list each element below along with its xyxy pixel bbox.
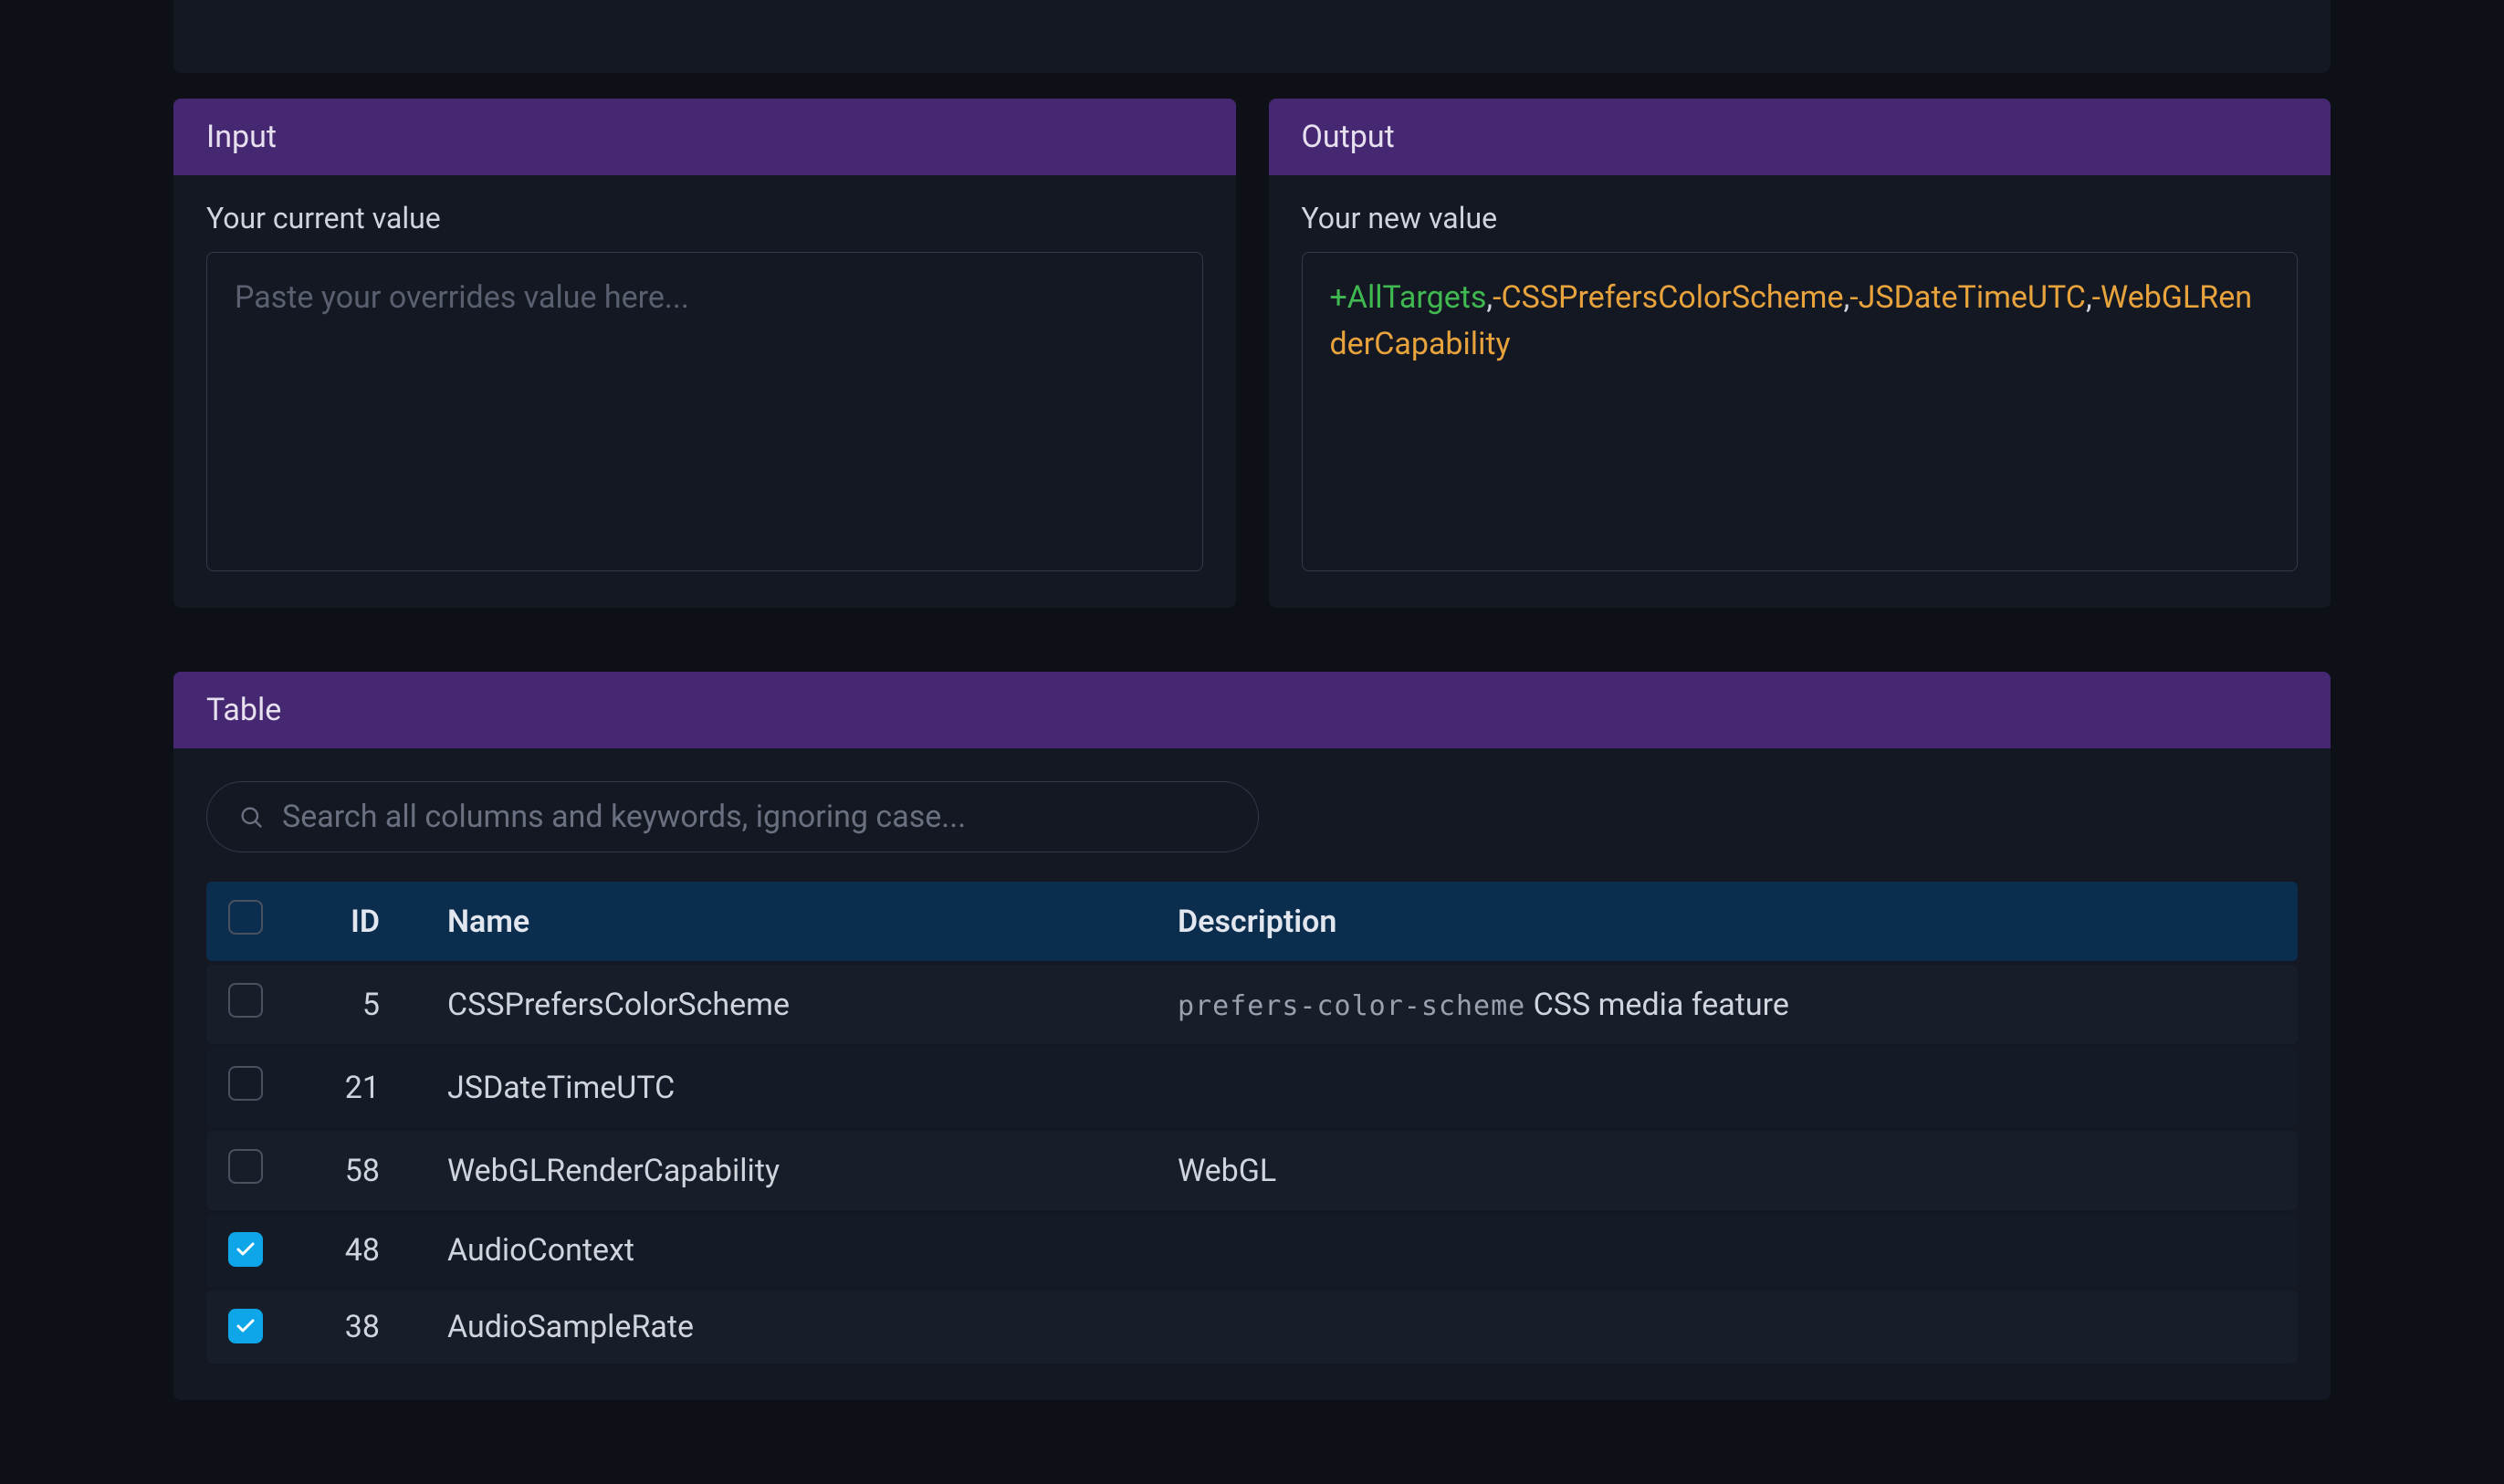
row-checkbox[interactable] (228, 1149, 263, 1184)
cell-name: WebGLRenderCapability (425, 1131, 1156, 1210)
row-checkbox[interactable] (228, 983, 263, 1018)
output-token: -JSDateTimeUTC (1849, 279, 2086, 316)
description-text: CSS media feature (1534, 987, 1789, 1023)
col-id[interactable]: ID (307, 882, 425, 961)
cell-description: WebGL (1156, 1131, 2298, 1210)
cell-description (1156, 1214, 2298, 1287)
col-description[interactable]: Description (1156, 882, 2298, 961)
description-code: prefers-color-scheme (1178, 990, 1525, 1022)
cell-name: CSSPrefersColorScheme (425, 965, 1156, 1044)
input-card: Input Your current value (173, 99, 1236, 608)
row-checkbox[interactable] (228, 1066, 263, 1101)
row-checkbox[interactable] (228, 1232, 263, 1267)
previous-card-bottom (173, 0, 2331, 73)
search-icon (238, 804, 264, 830)
table-row: 38AudioSampleRate (206, 1291, 2298, 1364)
cell-name: AudioContext (425, 1214, 1156, 1287)
output-card: Output Your new value +AllTargets, -CSSPr… (1269, 99, 2331, 608)
cell-id: 5 (307, 965, 425, 1044)
overrides-table: ID Name Description 5CSSPrefersColorSche… (206, 878, 2298, 1367)
input-card-title: Input (173, 99, 1236, 175)
cell-name: AudioSampleRate (425, 1291, 1156, 1364)
cell-id: 58 (307, 1131, 425, 1210)
cell-id: 21 (307, 1048, 425, 1127)
select-all-checkbox[interactable] (228, 900, 263, 935)
cell-name: JSDateTimeUTC (425, 1048, 1156, 1127)
output-value-box: +AllTargets,-CSSPrefersColorScheme,-JSDa… (1302, 252, 2299, 571)
table-card-title: Table (173, 672, 2331, 748)
cell-id: 38 (307, 1291, 425, 1364)
cell-id: 48 (307, 1214, 425, 1287)
row-checkbox[interactable] (228, 1309, 263, 1343)
search-input[interactable] (282, 799, 1227, 835)
cell-description (1156, 1048, 2298, 1127)
output-field-label: Your new value (1302, 201, 2299, 235)
input-textarea[interactable] (206, 252, 1203, 571)
output-card-title: Output (1269, 99, 2331, 175)
input-field-label: Your current value (206, 201, 1203, 235)
output-token: -CSSPrefersColorScheme (1493, 279, 1843, 316)
cell-description (1156, 1291, 2298, 1364)
table-row: 48AudioContext (206, 1214, 2298, 1287)
table-row: 58WebGLRenderCapability WebGL (206, 1131, 2298, 1210)
search-pill[interactable] (206, 781, 1259, 852)
cell-description: prefers-color-scheme CSS media feature (1156, 965, 2298, 1044)
description-text: WebGL (1178, 1153, 1276, 1189)
output-token: , (2086, 279, 2092, 316)
table-header-row: ID Name Description (206, 882, 2298, 961)
output-token: +AllTargets (1330, 279, 1487, 316)
col-name[interactable]: Name (425, 882, 1156, 961)
table-row: 21JSDateTimeUTC (206, 1048, 2298, 1127)
table-card: Table ID (173, 672, 2331, 1400)
table-row: 5CSSPrefersColorSchemeprefers-color-sche… (206, 965, 2298, 1044)
